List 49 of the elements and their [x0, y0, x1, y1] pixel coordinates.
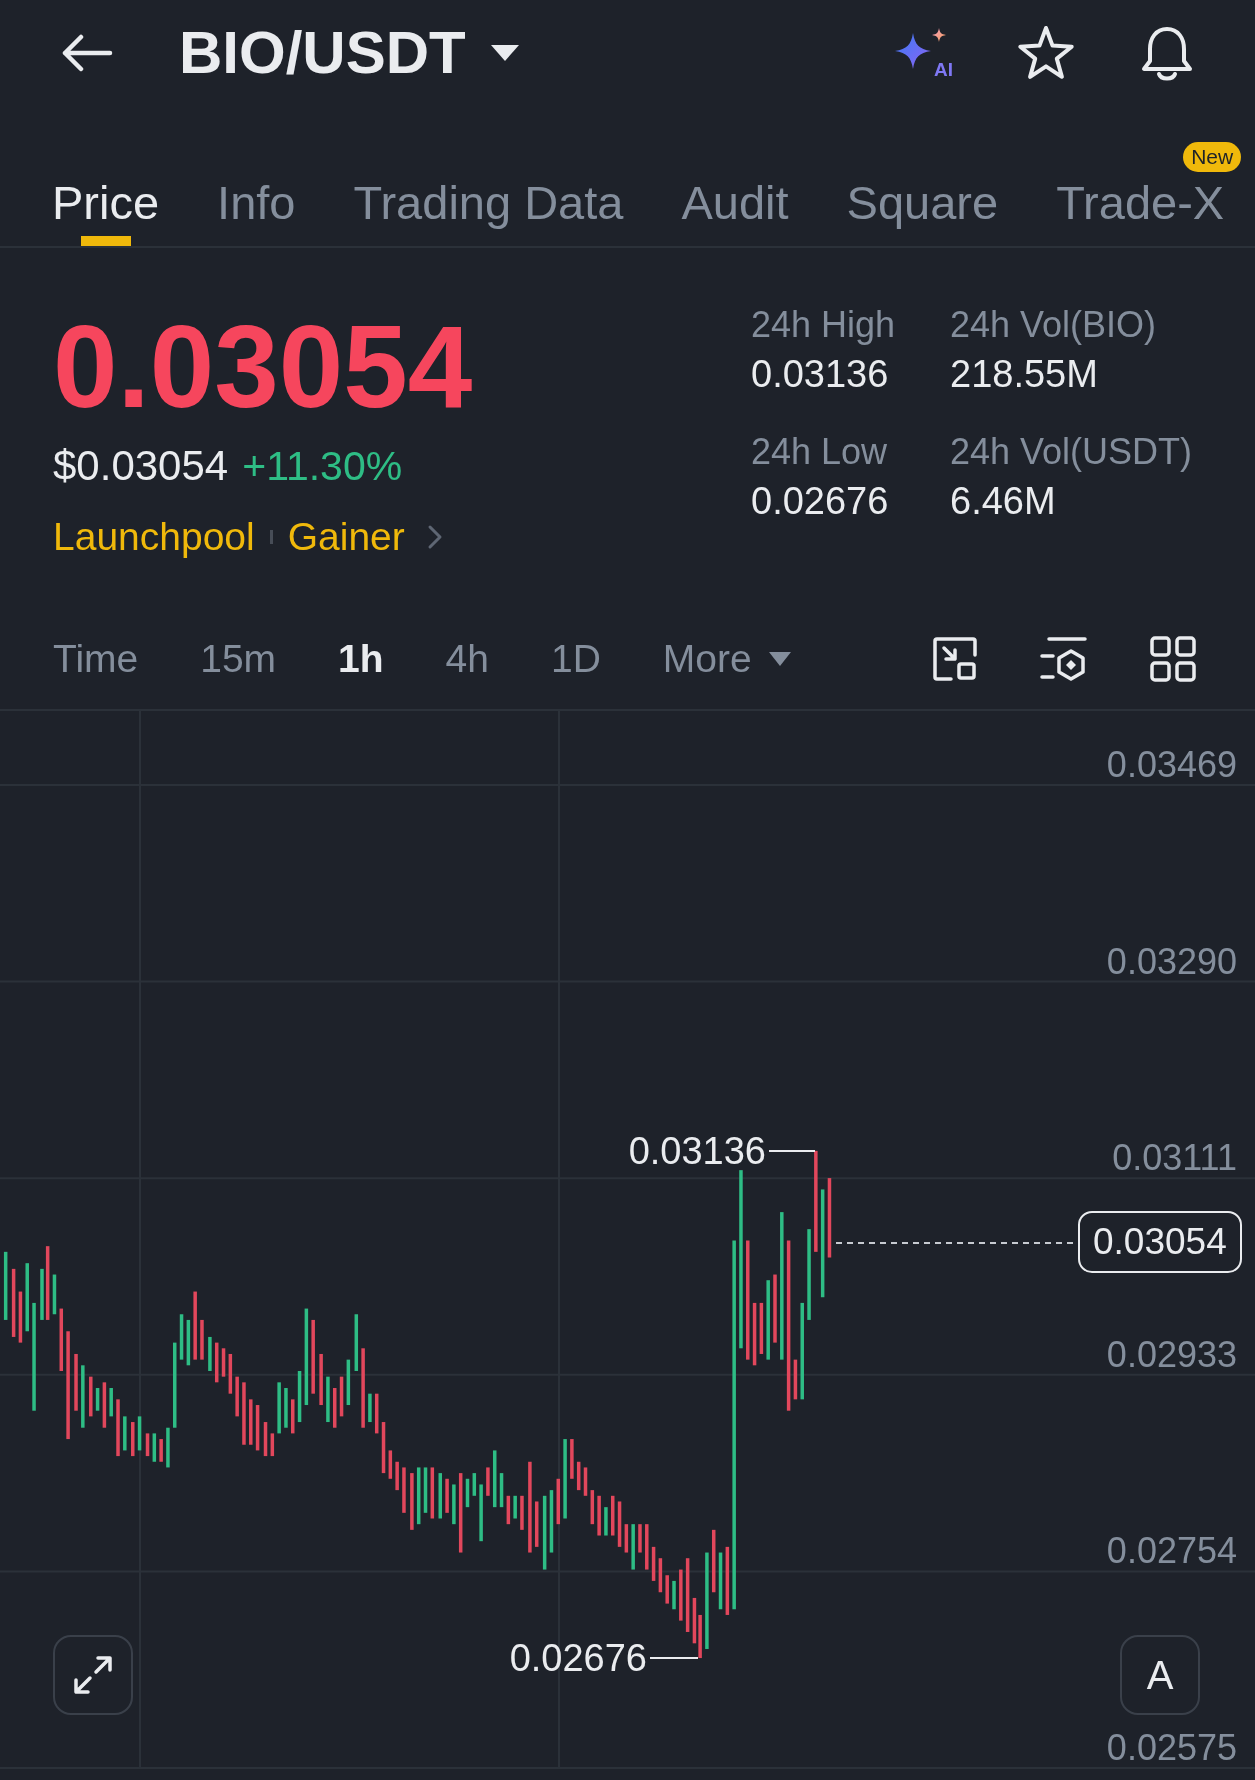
interval-tab[interactable]: More — [662, 635, 792, 682]
pair-selector[interactable]: BIO/USDT — [179, 22, 520, 83]
caret-down-icon — [767, 650, 792, 667]
stat-value: 6.46M — [950, 479, 1057, 523]
interval-tab[interactable]: 1h — [338, 635, 384, 682]
price-axis-label: 0.02575 — [1106, 1728, 1237, 1768]
low-price-label: 0.02676 — [509, 1636, 647, 1680]
expand-icon — [72, 1654, 114, 1696]
lines-hexagon-icon[interactable] — [1039, 634, 1089, 683]
stat-value: 218.55M — [950, 352, 1099, 396]
frame-arrow-icon[interactable] — [931, 634, 979, 683]
stat-label: 24h Vol(USDT) — [950, 430, 1193, 474]
tab[interactable]: Trading Data — [353, 105, 624, 246]
price-axis-label: 0.03290 — [1106, 941, 1237, 982]
caret-down-icon — [489, 43, 520, 62]
high-leader-line — [768, 1150, 816, 1152]
fullscreen-button[interactable] — [53, 1635, 133, 1715]
tab[interactable]: Square — [846, 105, 999, 246]
stat-value: 0.02676 — [751, 479, 890, 523]
price-axis-label: 0.03111 — [1112, 1138, 1237, 1179]
ai-assistant-button[interactable]: AI — [893, 26, 955, 79]
price-axis-label: 0.03469 — [1106, 745, 1237, 785]
tab[interactable]: Price — [52, 105, 160, 246]
tag-link[interactable]: Gainer — [287, 512, 405, 562]
tab[interactable]: Audit — [681, 105, 789, 246]
interval-tab[interactable]: 4h — [445, 635, 489, 682]
low-leader-line — [649, 1657, 699, 1659]
price-axis-label: 0.02933 — [1106, 1334, 1237, 1375]
chevron-right-icon[interactable] — [426, 524, 443, 550]
new-badge: New — [1183, 142, 1242, 172]
tag-link[interactable]: Launchpool — [53, 512, 255, 562]
high-price-label: 0.03136 — [628, 1129, 766, 1173]
last-price: 0.03054 — [53, 310, 474, 424]
interval-tab[interactable]: 1D — [551, 635, 601, 682]
auto-scale-button[interactable]: A — [1120, 1635, 1200, 1715]
usd-price: $0.03054 — [53, 441, 229, 491]
tab[interactable]: Info — [217, 105, 296, 246]
back-arrow-icon[interactable] — [61, 33, 113, 72]
stat-label: 24h High — [751, 303, 897, 347]
interval-tab[interactable]: 15m — [200, 635, 277, 682]
interval-tab[interactable]: Time — [53, 635, 139, 682]
stat-label: 24h Low — [751, 430, 889, 474]
price-axis-label: 0.02754 — [1106, 1531, 1237, 1572]
last-price-label: 0.03054 — [1078, 1211, 1242, 1273]
stat-label: 24h Vol(BIO) — [950, 303, 1158, 347]
grid-icon[interactable] — [1149, 634, 1197, 683]
star-icon[interactable] — [1017, 24, 1075, 81]
stat-value: 0.03136 — [751, 352, 890, 396]
price-change: +11.30% — [242, 442, 403, 491]
